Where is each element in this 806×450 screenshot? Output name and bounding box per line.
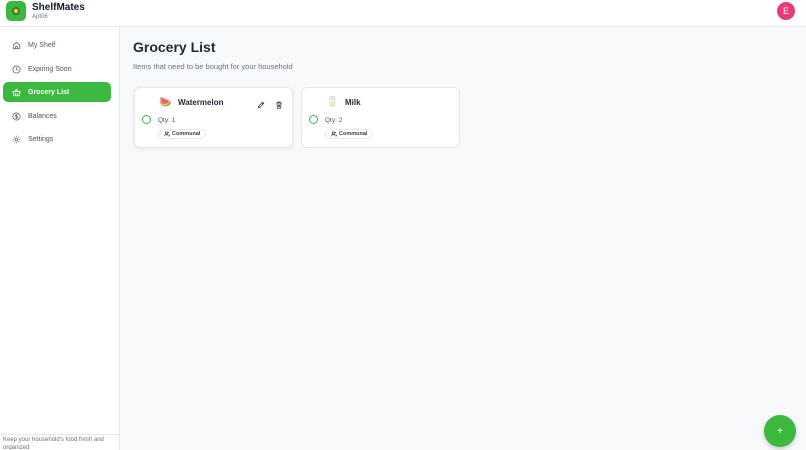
sidebar-item-grocery-list[interactable]: Grocery List xyxy=(3,82,111,102)
watermelon-icon: 🍉 xyxy=(159,97,172,108)
grocery-item-card[interactable]: 🍉 Watermelon Qty: 1 Communal xyxy=(134,87,293,148)
users-icon xyxy=(331,131,337,137)
item-quantity: Qty: 1 xyxy=(158,117,176,124)
trash-icon[interactable] xyxy=(274,100,284,110)
home-icon xyxy=(5,41,27,50)
sidebar-item-label: Grocery List xyxy=(28,88,70,96)
household-name: Apt06 xyxy=(32,14,48,20)
badge-label: Communal xyxy=(339,131,368,137)
app-name: ShelfMates xyxy=(32,2,85,13)
logo-icon xyxy=(6,1,26,21)
clock-icon xyxy=(5,64,27,74)
basket-icon xyxy=(5,88,27,97)
top-bar: ShelfMates Apt06 E xyxy=(0,0,806,27)
purchase-checkbox[interactable] xyxy=(309,115,318,124)
sidebar-item-label: Balances xyxy=(28,112,57,120)
sidebar-item-label: Settings xyxy=(28,135,54,143)
page-subtitle: Items that need to be bought for your ho… xyxy=(133,62,293,71)
communal-badge: Communal xyxy=(325,129,374,139)
dollar-icon xyxy=(5,111,27,121)
milk-icon: 🥛 xyxy=(326,97,339,108)
sidebar-item-my-shelf[interactable]: My Shelf xyxy=(3,35,111,55)
sidebar-item-label: My Shelf xyxy=(28,41,56,49)
add-item-button[interactable]: + xyxy=(764,415,796,447)
edit-icon[interactable] xyxy=(256,100,266,110)
page-title: Grocery List xyxy=(133,39,216,55)
sidebar-item-expiring-soon[interactable]: Expiring Soon xyxy=(3,59,111,79)
communal-badge: Communal xyxy=(158,129,207,139)
users-icon xyxy=(164,131,170,137)
badge-label: Communal xyxy=(172,131,201,137)
item-name: Milk xyxy=(345,98,361,107)
purchase-checkbox[interactable] xyxy=(142,115,151,124)
grocery-item-card[interactable]: 🥛 Milk Qty: 2 Communal xyxy=(301,87,460,148)
item-name: Watermelon xyxy=(178,98,224,107)
sidebar-footer: Keep your household's food fresh and org… xyxy=(0,434,119,450)
avatar[interactable]: E xyxy=(777,2,795,20)
sidebar-item-balances[interactable]: Balances xyxy=(3,106,111,126)
sidebar: My Shelf Expiring Soon Grocery List Bala… xyxy=(0,27,120,450)
sidebar-item-settings[interactable]: Settings xyxy=(3,129,111,149)
item-quantity: Qty: 2 xyxy=(325,117,343,124)
gear-icon xyxy=(5,135,27,144)
sidebar-item-label: Expiring Soon xyxy=(28,65,72,73)
